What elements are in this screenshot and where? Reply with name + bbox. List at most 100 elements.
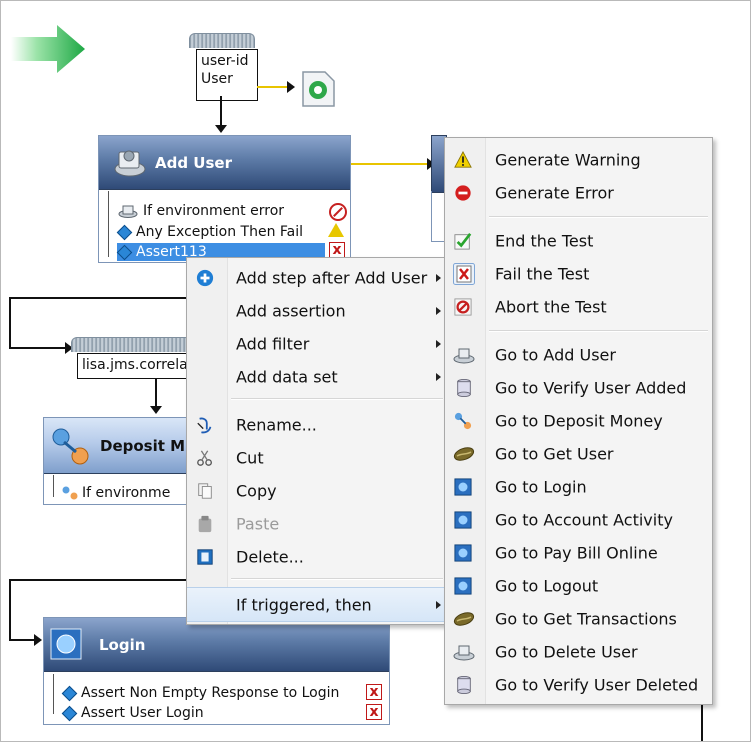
scissors-icon <box>197 449 212 466</box>
assertion-diamond-icon <box>61 685 78 701</box>
dataset-cylinder-icon <box>189 33 255 48</box>
assertion-row[interactable]: Assert User Login <box>61 704 204 722</box>
fail-badge-icon: x <box>329 242 345 258</box>
menu-separator <box>231 578 443 580</box>
menu-separator <box>489 216 708 218</box>
connector-arrowhead <box>287 81 295 93</box>
submenu-item-go-pay-bill-online[interactable]: Go to Pay Bill Online <box>445 536 712 569</box>
submenu-item-end-test[interactable]: End the Test <box>445 224 712 257</box>
menu-item-copy[interactable]: Copy <box>187 474 447 507</box>
deposit-icon <box>454 412 472 429</box>
submenu-item-go-get-user[interactable]: Go to Get User <box>445 437 712 470</box>
submenu-item-go-get-transactions[interactable]: Go to Get Transactions <box>445 602 712 635</box>
submenu-item-go-verify-user-deleted[interactable]: Go to Verify User Deleted <box>445 668 712 701</box>
warning-badge-icon <box>328 223 344 237</box>
submenu-item-abort-test[interactable]: Abort the Test <box>445 290 712 323</box>
start-arrow-icon <box>11 25 85 73</box>
connector <box>351 163 431 165</box>
dataset-cylinder-icon <box>71 337 191 352</box>
workflow-canvas[interactable]: user-id User Add User If environment err… <box>0 0 751 742</box>
menu-item-add-data-set[interactable]: Add data set <box>187 360 447 393</box>
check-icon <box>454 232 472 250</box>
menu-item-add-assertion[interactable]: Add assertion <box>187 294 447 327</box>
connector-arrowhead <box>215 125 227 133</box>
rename-icon <box>197 417 212 433</box>
web-icon <box>50 628 82 660</box>
connector-arrowhead <box>34 634 42 646</box>
menu-item-delete[interactable]: Delete... <box>187 540 447 573</box>
submenu-arrow-icon <box>436 600 441 609</box>
assertion-diamond-icon <box>116 244 133 260</box>
deposit-icon <box>62 486 78 500</box>
assertion-row[interactable]: Any Exception Then Fail <box>116 223 303 241</box>
bean-icon <box>453 611 475 626</box>
connector <box>155 379 157 409</box>
paste-icon <box>198 515 212 532</box>
menu-item-add-step[interactable]: Add step after Add User <box>187 261 447 294</box>
document-step-icon <box>302 71 335 107</box>
assertion-row[interactable]: If environme <box>62 484 170 502</box>
step-header[interactable]: Deposit M <box>44 418 194 474</box>
dataset-correlation[interactable]: lisa.jms.correla <box>77 353 195 379</box>
connector <box>9 297 189 299</box>
step-login[interactable]: Login Assert Non Empty Response to Login… <box>43 617 390 725</box>
menu-item-rename[interactable]: Rename... <box>187 408 447 441</box>
deposit-icon <box>52 428 89 465</box>
tree-line <box>53 475 54 497</box>
connector <box>9 579 11 641</box>
dataset-user-id[interactable]: user-id User <box>196 49 258 101</box>
plus-circle-icon <box>196 269 214 286</box>
connector <box>9 347 69 349</box>
step-header[interactable]: Add User <box>99 136 350 190</box>
web-icon <box>454 510 472 529</box>
web-icon <box>454 576 472 595</box>
submenu-item-go-account-activity[interactable]: Go to Account Activity <box>445 503 712 536</box>
submenu-item-fail-test[interactable]: Fail the Test <box>445 257 712 290</box>
assertion-row[interactable]: If environment error <box>117 202 284 220</box>
submenu-item-generate-warning[interactable]: Generate Warning <box>445 143 712 176</box>
submenu-arrow-icon <box>436 273 441 282</box>
submenu-item-go-logout[interactable]: Go to Logout <box>445 569 712 602</box>
step-machine-icon <box>453 348 475 363</box>
error-icon <box>455 184 471 201</box>
trash-icon <box>197 548 213 565</box>
fail-icon <box>453 262 475 285</box>
menu-item-add-filter[interactable]: Add filter <box>187 327 447 360</box>
submenu-item-go-login[interactable]: Go to Login <box>445 470 712 503</box>
abort-badge-icon <box>329 203 347 221</box>
submenu-item-go-delete-user[interactable]: Go to Delete User <box>445 635 712 668</box>
connector <box>701 701 703 741</box>
step-add-user[interactable]: Add User If environment error Any Except… <box>98 135 351 263</box>
step-machine-icon <box>453 645 475 660</box>
db-icon <box>457 675 471 694</box>
copy-icon <box>198 482 212 499</box>
web-icon <box>454 477 472 496</box>
connector <box>9 297 11 349</box>
submenu-arrow-icon <box>436 372 441 381</box>
assertion-row[interactable]: Assert Non Empty Response to Login <box>61 684 339 702</box>
context-menu[interactable]: Add step after Add User Add assertion Ad… <box>186 257 448 625</box>
menu-item-if-triggered[interactable]: If triggered, then <box>187 587 447 622</box>
tree-line <box>53 674 54 714</box>
step-title: Login <box>99 635 146 654</box>
submenu-item-go-deposit-money[interactable]: Go to Deposit Money <box>445 404 712 437</box>
menu-item-paste[interactable]: Paste <box>187 507 447 540</box>
web-icon <box>454 543 472 562</box>
db-icon <box>457 378 471 397</box>
submenu-arrow-icon <box>436 306 441 315</box>
step-deposit-money[interactable]: Deposit M If environme <box>43 417 194 505</box>
submenu-item-go-add-user[interactable]: Go to Add User <box>445 338 712 371</box>
abort-icon <box>454 297 472 316</box>
step-header[interactable]: Login <box>44 618 389 672</box>
connector <box>9 639 37 641</box>
assertion-diamond-icon <box>116 224 133 240</box>
step-machine-icon <box>118 205 138 218</box>
submenu-item-go-verify-user-added[interactable]: Go to Verify User Added <box>445 371 712 404</box>
submenu-item-generate-error[interactable]: Generate Error <box>445 176 712 209</box>
connector-arrowhead <box>150 406 162 414</box>
connector <box>220 96 222 128</box>
step-title: Deposit M <box>100 436 186 455</box>
menu-item-cut[interactable]: Cut <box>187 441 447 474</box>
if-triggered-submenu[interactable]: Generate Warning Generate Error End the … <box>444 137 713 705</box>
bean-icon <box>453 446 475 461</box>
